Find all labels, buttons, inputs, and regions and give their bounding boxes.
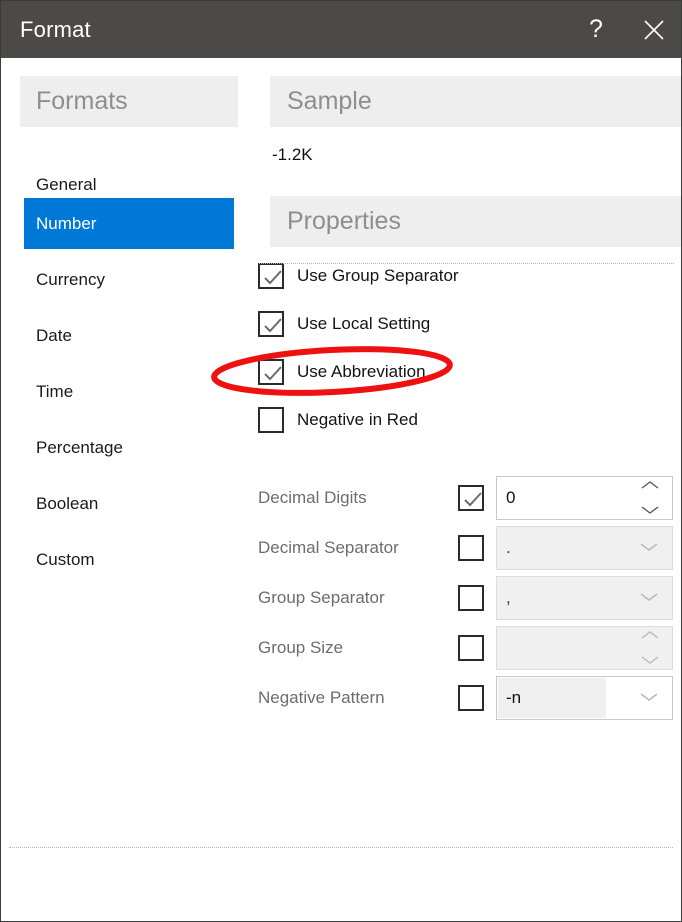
- chevron-up-icon[interactable]: [640, 627, 660, 645]
- checkbox-label: Negative in Red: [297, 410, 418, 429]
- sample-value: -1.2K: [272, 145, 313, 164]
- field-value: .: [506, 538, 511, 557]
- checkbox-box[interactable]: [258, 263, 284, 289]
- checkbox-box[interactable]: [258, 407, 284, 433]
- checkbox-use-local-setting[interactable]: Use Local Setting: [258, 309, 430, 339]
- question-mark-icon: ?: [589, 15, 603, 43]
- chevron-up-icon[interactable]: [640, 477, 660, 495]
- property-enable-checkbox[interactable]: [458, 635, 484, 661]
- checkbox-use-abbreviation[interactable]: Use Abbreviation: [258, 357, 426, 387]
- spinner-control[interactable]: [640, 477, 660, 519]
- property-row-group-separator: Group Separator ,: [258, 576, 673, 620]
- field-value: 0: [506, 488, 516, 507]
- checkbox-label: Use Local Setting: [297, 314, 431, 333]
- negative-pattern-dropdown[interactable]: -n: [496, 676, 673, 720]
- checkbox-label: Use Group Separator: [297, 266, 459, 285]
- spinner-control[interactable]: [640, 627, 660, 669]
- decimal-separator-dropdown[interactable]: .: [496, 526, 673, 570]
- property-row-negative-pattern: Negative Pattern -n: [258, 676, 673, 720]
- property-row-group-size: Group Size: [258, 626, 673, 670]
- field-value: ,: [506, 588, 511, 607]
- chevron-down-icon[interactable]: [639, 539, 659, 557]
- sidebar-item-label: Currency: [36, 269, 105, 289]
- check-icon: [464, 492, 482, 507]
- chevron-down-icon[interactable]: [639, 589, 659, 607]
- property-label: Decimal Separator: [258, 538, 399, 557]
- property-label: Negative Pattern: [258, 688, 385, 707]
- property-label: Decimal Digits: [258, 488, 367, 507]
- properties-panel: Sample -1.2K Properties Use Group Separa…: [251, 58, 681, 921]
- check-icon: [264, 366, 282, 381]
- property-enable-checkbox[interactable]: [458, 535, 484, 561]
- properties-header: Properties: [270, 196, 681, 247]
- checkbox-box[interactable]: [258, 359, 284, 385]
- sidebar-item-number[interactable]: Number: [24, 198, 234, 249]
- property-label: Group Separator: [258, 588, 385, 607]
- chevron-down-icon[interactable]: [640, 502, 660, 520]
- check-icon: [264, 270, 282, 285]
- sidebar-item-label: Number: [36, 213, 97, 233]
- property-row-decimal-digits: Decimal Digits 0: [258, 476, 673, 520]
- sample-header: Sample: [270, 76, 681, 127]
- sidebar-item-date[interactable]: Date: [24, 310, 234, 361]
- sidebar-item-currency[interactable]: Currency: [24, 254, 234, 305]
- chevron-down-icon[interactable]: [640, 652, 660, 670]
- property-enable-checkbox[interactable]: [458, 485, 484, 511]
- property-enable-checkbox[interactable]: [458, 585, 484, 611]
- checkbox-box[interactable]: [258, 311, 284, 337]
- properties-header-label: Properties: [287, 207, 401, 235]
- sidebar-item-time[interactable]: Time: [24, 366, 234, 417]
- formats-header-label: Formats: [36, 87, 128, 115]
- sidebar-item-percentage[interactable]: Percentage: [24, 422, 234, 473]
- chevron-down-icon[interactable]: [639, 689, 659, 707]
- property-enable-checkbox[interactable]: [458, 685, 484, 711]
- dialog-body: Formats General Number Currency Date Tim…: [1, 58, 681, 921]
- checkbox-label: Use Abbreviation: [297, 362, 426, 381]
- formats-sidebar: Formats General Number Currency Date Tim…: [1, 58, 251, 921]
- checkbox-negative-in-red[interactable]: Negative in Red: [258, 405, 418, 435]
- check-icon: [264, 318, 282, 333]
- sidebar-item-label: Date: [36, 325, 72, 345]
- formats-header: Formats: [20, 76, 238, 127]
- properties-divider: [259, 263, 674, 264]
- checkbox-use-group-separator[interactable]: Use Group Separator: [258, 261, 459, 291]
- sidebar-item-label: General: [36, 174, 97, 194]
- title-bar: Format ?: [1, 1, 681, 58]
- sample-header-label: Sample: [287, 87, 372, 115]
- close-icon: [643, 19, 665, 41]
- sidebar-item-label: Time: [36, 381, 74, 401]
- sidebar-item-label: Percentage: [36, 437, 123, 457]
- group-separator-dropdown[interactable]: ,: [496, 576, 673, 620]
- footer-divider: [9, 847, 673, 848]
- sidebar-item-label: Boolean: [36, 493, 99, 513]
- page-title: Format: [20, 16, 91, 42]
- property-row-decimal-separator: Decimal Separator .: [258, 526, 673, 570]
- decimal-digits-input[interactable]: 0: [496, 476, 673, 520]
- sidebar-item-custom[interactable]: Custom: [24, 534, 234, 585]
- field-value: -n: [506, 688, 522, 707]
- close-button[interactable]: [625, 1, 681, 58]
- help-button[interactable]: ?: [567, 1, 625, 58]
- property-label: Group Size: [258, 638, 344, 657]
- sidebar-item-boolean[interactable]: Boolean: [24, 478, 234, 529]
- format-dialog: Format ? Formats General Number Currency…: [0, 0, 682, 922]
- group-size-input[interactable]: [496, 626, 673, 670]
- sidebar-item-label: Custom: [36, 549, 95, 569]
